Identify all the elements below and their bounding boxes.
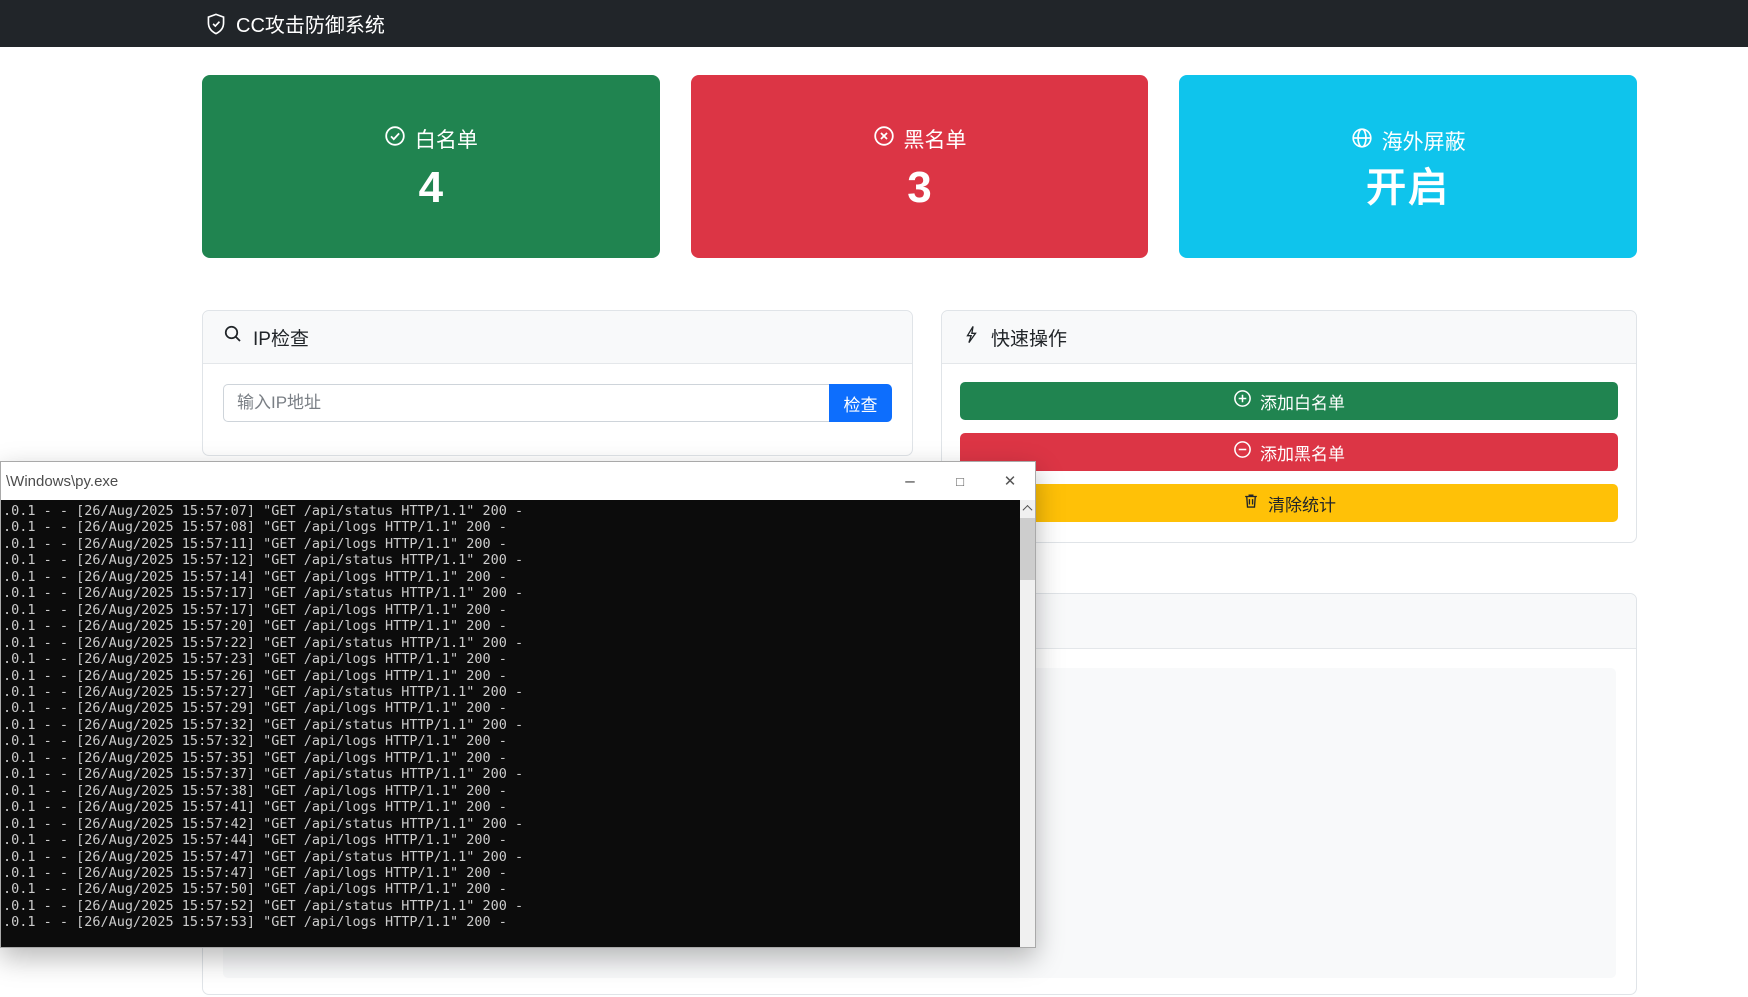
x-circle-icon [873,125,895,153]
console-log-line: .0.1 - - [26/Aug/2025 15:57:12] "GET /ap… [3,552,1020,568]
console-log-line: .0.1 - - [26/Aug/2025 15:57:47] "GET /ap… [3,849,1020,865]
console-log-line: .0.1 - - [26/Aug/2025 15:57:53] "GET /ap… [3,914,1020,930]
console-window: \Windows\py.exe – □ ✕ .0.1 - - [26/Aug/2… [0,461,1036,948]
check-ip-button[interactable]: 检查 [829,384,892,422]
console-log-line: .0.1 - - [26/Aug/2025 15:57:47] "GET /ap… [3,865,1020,881]
overseas-card-label: 海外屏蔽 [1351,126,1466,156]
ip-address-input[interactable] [223,384,829,422]
console-log-line: .0.1 - - [26/Aug/2025 15:57:35] "GET /ap… [3,750,1020,766]
quick-actions-panel-header: 快速操作 [942,311,1636,364]
console-titlebar[interactable]: \Windows\py.exe – □ ✕ [1,462,1035,500]
add-whitelist-button[interactable]: 添加白名单 [960,382,1618,420]
console-log-line: .0.1 - - [26/Aug/2025 15:57:08] "GET /ap… [3,519,1020,535]
clear-stats-label: 清除统计 [1268,491,1336,516]
minimize-button[interactable]: – [885,462,935,500]
console-log-line: .0.1 - - [26/Aug/2025 15:57:07] "GET /ap… [3,503,1020,519]
overseas-status: 开启 [1366,168,1450,208]
ip-check-body: 检查 [203,364,912,442]
console-log-line: .0.1 - - [26/Aug/2025 15:57:22] "GET /ap… [3,635,1020,651]
console-log-line: .0.1 - - [26/Aug/2025 15:57:26] "GET /ap… [3,668,1020,684]
globe-icon [1351,127,1373,155]
plus-circle-icon [1233,389,1252,413]
whitelist-card-label: 白名单 [384,124,478,154]
console-log-line: .0.1 - - [26/Aug/2025 15:57:11] "GET /ap… [3,536,1020,552]
ip-check-title: IP检查 [253,324,309,351]
console-log-line: .0.1 - - [26/Aug/2025 15:57:41] "GET /ap… [3,799,1020,815]
whitelist-count: 4 [419,166,443,210]
scroll-up-arrow[interactable] [1020,500,1035,517]
add-whitelist-label: 添加白名单 [1260,389,1345,414]
stat-cards-row: 白名单 4 黑名单 3 海外屏蔽 [202,75,1637,258]
console-log-line: .0.1 - - [26/Aug/2025 15:57:44] "GET /ap… [3,832,1020,848]
console-log-line: .0.1 - - [26/Aug/2025 15:57:29] "GET /ap… [3,700,1020,716]
console-log-line: .0.1 - - [26/Aug/2025 15:57:14] "GET /ap… [3,569,1020,585]
console-window-controls: – □ ✕ [885,462,1035,500]
console-log-line: .0.1 - - [26/Aug/2025 15:57:32] "GET /ap… [3,733,1020,749]
overseas-label-text: 海外屏蔽 [1382,126,1466,156]
blacklist-card-label: 黑名单 [873,124,967,154]
console-log-line: .0.1 - - [26/Aug/2025 15:57:38] "GET /ap… [3,783,1020,799]
shield-icon [205,13,227,35]
app-title: CC攻击防御系统 [236,9,385,38]
ip-check-panel-header: IP检查 [203,311,912,364]
trash-icon [1242,492,1260,515]
console-log-line: .0.1 - - [26/Aug/2025 15:57:17] "GET /ap… [3,585,1020,601]
console-log-output: .0.1 - - [26/Aug/2025 15:57:07] "GET /ap… [1,500,1020,947]
dash-circle-icon [1233,440,1252,464]
console-log-line: .0.1 - - [26/Aug/2025 15:57:50] "GET /ap… [3,881,1020,897]
ip-check-panel: IP检查 检查 [202,310,913,456]
blacklist-label-text: 黑名单 [904,124,967,154]
console-scrollbar[interactable] [1020,500,1035,947]
close-button[interactable]: ✕ [985,462,1035,500]
chevron-up-icon [1023,505,1033,515]
whitelist-card: 白名单 4 [202,75,660,258]
console-log-line: .0.1 - - [26/Aug/2025 15:57:20] "GET /ap… [3,618,1020,634]
console-log-line: .0.1 - - [26/Aug/2025 15:57:27] "GET /ap… [3,684,1020,700]
add-blacklist-label: 添加黑名单 [1260,440,1345,465]
blacklist-count: 3 [907,166,931,210]
blacklist-card: 黑名单 3 [691,75,1149,258]
console-window-title: \Windows\py.exe [6,473,118,490]
console-log-line: .0.1 - - [26/Aug/2025 15:57:17] "GET /ap… [3,602,1020,618]
console-log-line: .0.1 - - [26/Aug/2025 15:57:23] "GET /ap… [3,651,1020,667]
quick-actions-panel: 快速操作 添加白名单 添加黑名单 [941,310,1637,543]
console-log-line: .0.1 - - [26/Aug/2025 15:57:37] "GET /ap… [3,766,1020,782]
whitelist-label-text: 白名单 [415,124,478,154]
quick-actions-body: 添加白名单 添加黑名单 清除统计 [942,364,1636,540]
maximize-button[interactable]: □ [935,462,985,500]
console-log-line: .0.1 - - [26/Aug/2025 15:57:52] "GET /ap… [3,898,1020,914]
check-circle-icon [384,125,406,153]
scrollbar-thumb[interactable] [1020,518,1035,580]
add-blacklist-button[interactable]: 添加黑名单 [960,433,1618,471]
console-log-line: .0.1 - - [26/Aug/2025 15:57:32] "GET /ap… [3,717,1020,733]
console-log-line: .0.1 - - [26/Aug/2025 15:57:42] "GET /ap… [3,816,1020,832]
lightning-icon [962,325,981,350]
search-icon [223,324,243,350]
quick-actions-title: 快速操作 [991,324,1067,351]
app-header: CC攻击防御系统 [0,0,1748,47]
overseas-block-card: 海外屏蔽 开启 [1179,75,1637,258]
clear-stats-button[interactable]: 清除统计 [960,484,1618,522]
